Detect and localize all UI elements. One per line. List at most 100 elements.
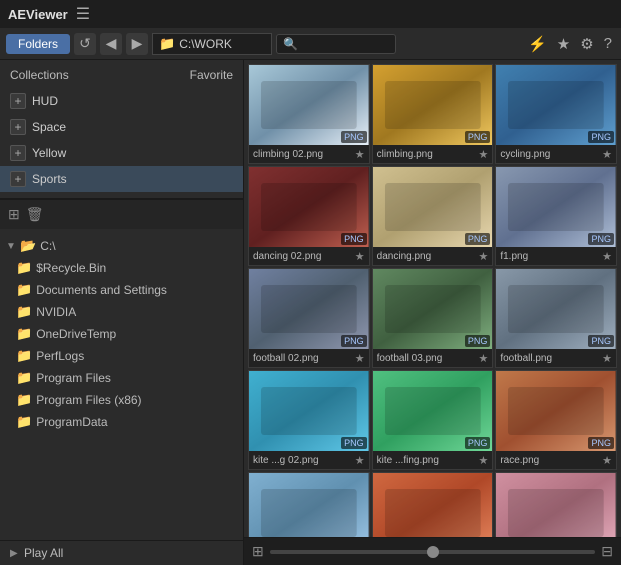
grid-view-icon[interactable]: ⊞ [252,543,264,560]
tree-label-nvidia: NVIDIA [36,305,237,319]
menu-icon[interactable]: ☰ [76,4,90,24]
sidebar-tool-delete[interactable]: 🗑 [26,206,44,223]
file-tree: ▼ 📂 C:\ 📁 $Recycle.Bin 📁 Documents and S… [0,229,243,540]
collection-label-yellow: Yellow [32,146,66,160]
tree-item-docs[interactable]: 📁 Documents and Settings [0,279,243,301]
tree-folder-icon-root: 📂 [20,238,36,254]
back-button[interactable]: ◀ [100,33,122,55]
thumb-star-0[interactable]: ★ [355,148,365,161]
thumb-badge-11: PNG [588,437,614,449]
thumb-badge-2: PNG [588,131,614,143]
collection-item-yellow[interactable]: + Yellow [0,140,243,166]
thumb-badge-5: PNG [588,233,614,245]
folder-icon-progfiles: 📁 [16,370,32,386]
gallery-thumb-10[interactable]: PNGkite ...fing.png★ [372,370,494,470]
thumb-name-3: dancing 02.png [253,251,353,262]
folder-icon-recycle: 📁 [16,260,32,276]
collection-item-space[interactable]: + Space [0,114,243,140]
path-text: C:\WORK [179,37,232,51]
gallery-thumb-3[interactable]: PNGdancing 02.png★ [248,166,370,266]
forward-button[interactable]: ▶ [126,33,148,55]
thumb-name-6: football 02.png [253,353,353,364]
gallery-thumb-6[interactable]: PNGfootball 02.png★ [248,268,370,368]
tree-label-programdata: ProgramData [36,415,237,429]
thumb-name-7: football 03.png [377,353,477,364]
lightning-icon[interactable]: ⚡ [525,33,550,55]
tree-label-docs: Documents and Settings [36,283,237,297]
search-input[interactable] [276,34,396,54]
tree-label-perflogs: PerfLogs [36,349,237,363]
sidebar-header: Collections Favorite [0,66,243,88]
collection-add-icon-space: + [10,119,26,135]
path-box[interactable]: 📁 C:\WORK [152,33,272,55]
collection-add-icon-yellow: + [10,145,26,161]
tree-label-recycle: $Recycle.Bin [36,261,237,275]
thumb-star-11[interactable]: ★ [602,454,612,467]
gallery-thumb-7[interactable]: PNG football 03.png★ [372,268,494,368]
thumb-star-7[interactable]: ★ [478,352,488,365]
favorite-label[interactable]: Favorite [190,68,233,82]
thumb-star-9[interactable]: ★ [355,454,365,467]
thumb-star-10[interactable]: ★ [478,454,488,467]
tree-item-progfiles[interactable]: 📁 Program Files [0,367,243,389]
sidebar-tool-grid[interactable]: ⊞ [8,206,20,223]
collection-label-hud: HUD [32,94,58,108]
thumb-star-8[interactable]: ★ [602,352,612,365]
tree-arrow-root: ▼ [6,241,16,252]
thumb-star-1[interactable]: ★ [478,148,488,161]
gallery-thumb-8[interactable]: PNG football.png★ [495,268,617,368]
folders-tab[interactable]: Folders [6,34,70,54]
play-all-arrow: ▶ [10,548,20,559]
sidebar-bottom-toolbar: ⊞ 🗑 [0,199,243,229]
gallery-thumb-5[interactable]: PNGf1.png★ [495,166,617,266]
gear-icon[interactable]: ⚙ [577,33,596,55]
toolbar: Folders ↺ ◀ ▶ 📁 C:\WORK ⚡ ★ ⚙ ? [0,28,621,60]
thumb-badge-10: PNG [465,437,491,449]
gallery: PNGclimbing 02.png★ PNGclimbing.png★ PNG… [244,60,621,565]
gallery-thumb-13[interactable]: PNGrun 03.png★ [372,472,494,537]
folder-icon-onedrive: 📁 [16,326,32,342]
gallery-thumb-2[interactable]: PNG cycling.png★ [495,64,617,164]
collection-item-sports[interactable]: + Sports [0,166,243,192]
gallery-thumb-12[interactable]: PNGrun 02.png★ [248,472,370,537]
tree-item-programdata[interactable]: 📁 ProgramData [0,411,243,433]
thumb-badge-8: PNG [588,335,614,347]
thumb-badge-4: PNG [465,233,491,245]
thumb-star-6[interactable]: ★ [355,352,365,365]
folder-icon-programdata: 📁 [16,414,32,430]
thumb-star-3[interactable]: ★ [355,250,365,263]
tree-item-nvidia[interactable]: 📁 NVIDIA [0,301,243,323]
gallery-thumb-11[interactable]: PNG race.png★ [495,370,617,470]
collection-add-icon: + [10,93,26,109]
collection-item-hud[interactable]: + HUD [0,88,243,114]
play-all-item[interactable]: ▶ Play All [0,540,243,565]
gallery-thumb-9[interactable]: PNGkite ...g 02.png★ [248,370,370,470]
gallery-thumb-1[interactable]: PNGclimbing.png★ [372,64,494,164]
refresh-button[interactable]: ↺ [74,33,96,55]
tree-item-progfiles86[interactable]: 📁 Program Files (x86) [0,389,243,411]
main-content: Collections Favorite + HUD + Space + Yel… [0,60,621,565]
thumb-star-4[interactable]: ★ [478,250,488,263]
gallery-thumb-4[interactable]: PNGdancing.png★ [372,166,494,266]
thumb-star-5[interactable]: ★ [602,250,612,263]
thumb-name-11: race.png [500,455,600,466]
thumb-badge-9: PNG [341,437,367,449]
thumb-name-8: football.png [500,353,600,364]
thumb-badge-0: PNG [341,131,367,143]
gallery-thumb-14[interactable]: PNGrun.png★ [495,472,617,537]
star-icon[interactable]: ★ [554,33,573,55]
detail-view-icon[interactable]: ⊟ [601,543,613,560]
size-slider[interactable] [270,550,596,554]
collection-label-sports: Sports [32,172,67,186]
collections-label: Collections [10,68,69,82]
tree-item-perflogs[interactable]: 📁 PerfLogs [0,345,243,367]
tree-item-onedrive[interactable]: 📁 OneDriveTemp [0,323,243,345]
gallery-thumb-0[interactable]: PNGclimbing 02.png★ [248,64,370,164]
tree-item-recycle[interactable]: 📁 $Recycle.Bin [0,257,243,279]
thumb-star-2[interactable]: ★ [602,148,612,161]
folder-icon-progfiles86: 📁 [16,392,32,408]
help-icon[interactable]: ? [601,33,615,54]
thumb-badge-7: PNG [465,335,491,347]
thumb-name-2: cycling.png [500,149,600,160]
tree-root[interactable]: ▼ 📂 C:\ [0,235,243,257]
